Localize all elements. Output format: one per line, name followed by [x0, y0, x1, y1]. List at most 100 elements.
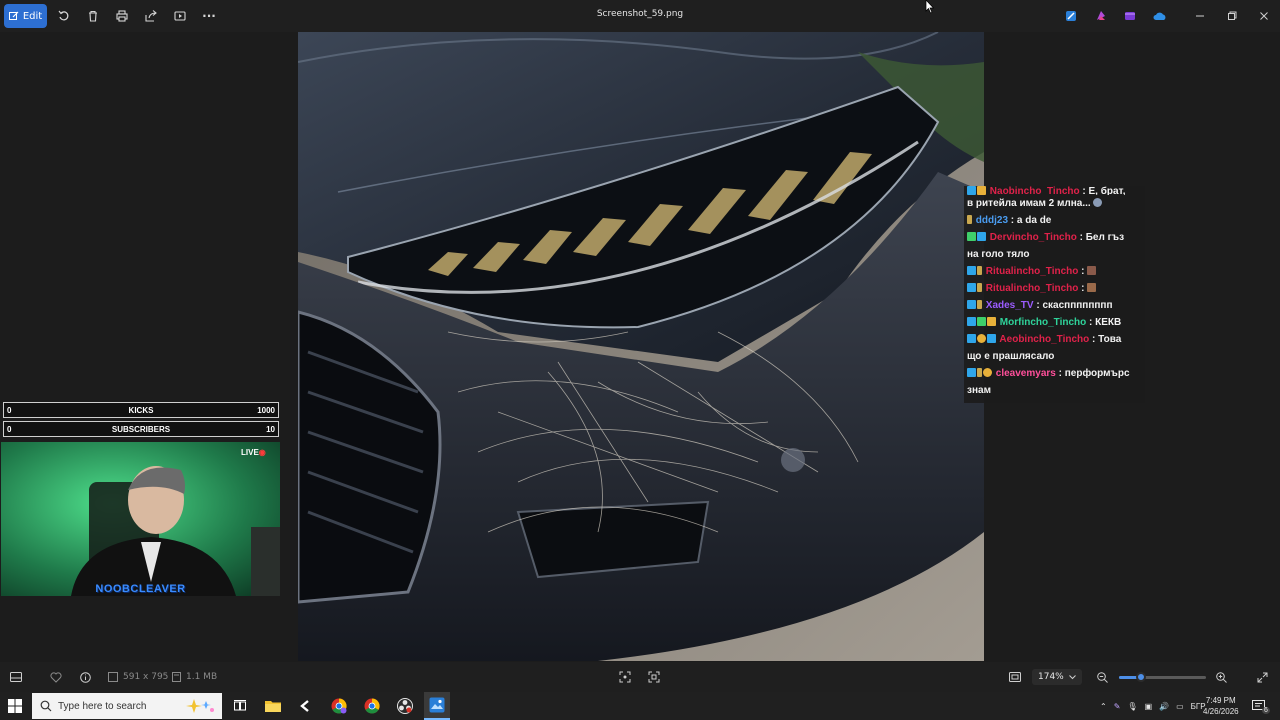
- chat-line: dddj23 : a da de: [967, 212, 1142, 229]
- notifications-button[interactable]: 6: [1252, 692, 1270, 720]
- chat-message: : КЕКВ: [1086, 317, 1122, 328]
- battery-icon[interactable]: ▭: [1176, 702, 1184, 711]
- chat-line: Ritualincho_Tincho :: [967, 280, 1142, 297]
- webcam-feed: LIVE◉ NOOBCLEAVER: [1, 442, 280, 596]
- zoom-slider-thumb[interactable]: [1135, 672, 1146, 682]
- rotate-button[interactable]: [54, 4, 74, 28]
- minimize-icon: [1196, 15, 1204, 17]
- subs-label: SUBSCRIBERS: [111, 425, 171, 434]
- task-view-icon: [234, 700, 246, 711]
- taskbar-search-box[interactable]: Type here to search: [32, 693, 222, 719]
- fullscreen-button[interactable]: [1257, 670, 1268, 684]
- file-info-button[interactable]: [80, 670, 91, 684]
- live-dot-icon: ◉: [258, 448, 266, 457]
- badge-icon: [967, 232, 976, 241]
- chat-line: cleavemyars : перформърс: [967, 365, 1142, 382]
- chrome-icon: [331, 698, 347, 714]
- edit-button[interactable]: Edit: [4, 4, 47, 28]
- fit-to-window-button[interactable]: [1009, 670, 1021, 684]
- windows-start-icon[interactable]: [8, 699, 22, 713]
- kicks-goal-bar: 0 KICKS 1000: [3, 402, 279, 418]
- delete-button[interactable]: [83, 4, 103, 28]
- subs-goal: 10: [266, 425, 275, 434]
- clipchamp-icon: [1125, 12, 1135, 20]
- heart-icon: [50, 671, 62, 683]
- scan-button[interactable]: [619, 670, 631, 684]
- chat-username: Xades_TV: [985, 300, 1034, 311]
- badge-icon: [977, 317, 986, 326]
- chrome-profile-button[interactable]: [329, 696, 349, 716]
- more-options-button[interactable]: ···: [199, 4, 219, 28]
- chat-message: в ритейла имам 2 млна...: [967, 198, 1094, 209]
- filmstrip-button[interactable]: [10, 670, 22, 684]
- windows-taskbar: Type here to search ⌃ ✎ 🎙 ▣ 🔊 ▭ БГР 7:49…: [0, 692, 1280, 720]
- search-highlight-icon: [186, 699, 214, 713]
- crop-select-button[interactable]: [648, 670, 660, 684]
- microphone-icon[interactable]: 🎙: [1127, 702, 1137, 711]
- volume-icon[interactable]: 🔊: [1159, 702, 1169, 711]
- chat-line: Ritualincho_Tincho :: [967, 263, 1142, 280]
- chat-line: в ритейла имам 2 млна...: [967, 195, 1142, 212]
- favorite-button[interactable]: [50, 670, 62, 684]
- clock[interactable]: 7:49 PM 4/26/2026: [1203, 692, 1239, 720]
- chevron-up-icon[interactable]: ⌃: [1100, 702, 1107, 711]
- zoom-slider[interactable]: [1119, 670, 1206, 684]
- photos-app-window: Edit ··· Screenshot_59.png Naobincho_Tin…: [0, 0, 1280, 720]
- pen-icon[interactable]: ✎: [1114, 702, 1121, 711]
- onedrive-button[interactable]: [1150, 6, 1170, 26]
- photo-canvas[interactable]: [298, 32, 984, 661]
- chrome-button[interactable]: [362, 696, 382, 716]
- badge-icon: [967, 266, 976, 275]
- file-size-label: 1.1 MB: [186, 672, 218, 682]
- emote-icon: [1093, 198, 1103, 207]
- minimize-button[interactable]: [1190, 6, 1210, 26]
- chat-username: Morfincho_Tincho: [999, 317, 1087, 328]
- slideshow-button[interactable]: [170, 4, 190, 28]
- share-button[interactable]: [141, 4, 161, 28]
- designer-app-button[interactable]: [1091, 6, 1111, 26]
- badge-icon: [977, 186, 986, 195]
- close-button[interactable]: [1254, 6, 1274, 26]
- chevron-down-icon: [1069, 674, 1076, 679]
- chat-line: Aeobincho_Tincho : Това: [967, 331, 1142, 348]
- live-label: LIVE: [241, 448, 259, 457]
- print-button[interactable]: [112, 4, 132, 28]
- chat-username: Naobincho_Tincho: [989, 186, 1080, 196]
- editor-app-button[interactable]: [1061, 6, 1081, 26]
- zoom-in-icon: [1216, 671, 1227, 683]
- badge-icon: [983, 368, 992, 377]
- badge-icon: [977, 232, 986, 241]
- zoom-in-button[interactable]: [1216, 670, 1227, 684]
- zoom-out-icon: [1097, 671, 1108, 683]
- chat-message: : a da de: [1008, 215, 1052, 226]
- chat-username: cleavemyars: [995, 368, 1056, 379]
- edit-app-icon: [1066, 11, 1076, 21]
- maximize-button[interactable]: [1222, 6, 1242, 26]
- badge-icon: [967, 186, 976, 195]
- badge-icon: [967, 215, 972, 224]
- dimensions-icon: [108, 672, 118, 682]
- stream-chat-overlay: Naobincho_Tincho : Е, брат, в ритейла им…: [964, 186, 1145, 403]
- select-text-icon: [648, 671, 660, 683]
- zoom-dropdown[interactable]: 174%: [1032, 669, 1082, 685]
- chat-line: на голо тяло: [967, 246, 1142, 263]
- badge-icon: [987, 334, 996, 343]
- zoom-out-button[interactable]: [1097, 670, 1108, 684]
- task-view-button[interactable]: [230, 696, 250, 716]
- storage-icon: [172, 672, 181, 682]
- capcut-button[interactable]: [296, 696, 316, 716]
- network-icon[interactable]: ▣: [1145, 702, 1153, 711]
- clipchamp-app-button[interactable]: [1120, 6, 1140, 26]
- badge-icon: [967, 283, 976, 292]
- obs-button[interactable]: [395, 696, 415, 716]
- badge-icon: [977, 368, 982, 377]
- dimensions-label: 591 x 795: [123, 672, 169, 682]
- subscribers-goal-bar: 0 SUBSCRIBERS 10: [3, 421, 279, 437]
- slideshow-icon: [174, 11, 186, 21]
- chat-username: dddj23: [975, 215, 1009, 226]
- share-icon: [145, 10, 157, 22]
- chat-line: що е прашлясало: [967, 348, 1142, 365]
- file-explorer-button[interactable]: [263, 696, 283, 716]
- zoom-value: 174%: [1038, 672, 1064, 682]
- photos-app-taskbar-button[interactable]: [424, 692, 450, 720]
